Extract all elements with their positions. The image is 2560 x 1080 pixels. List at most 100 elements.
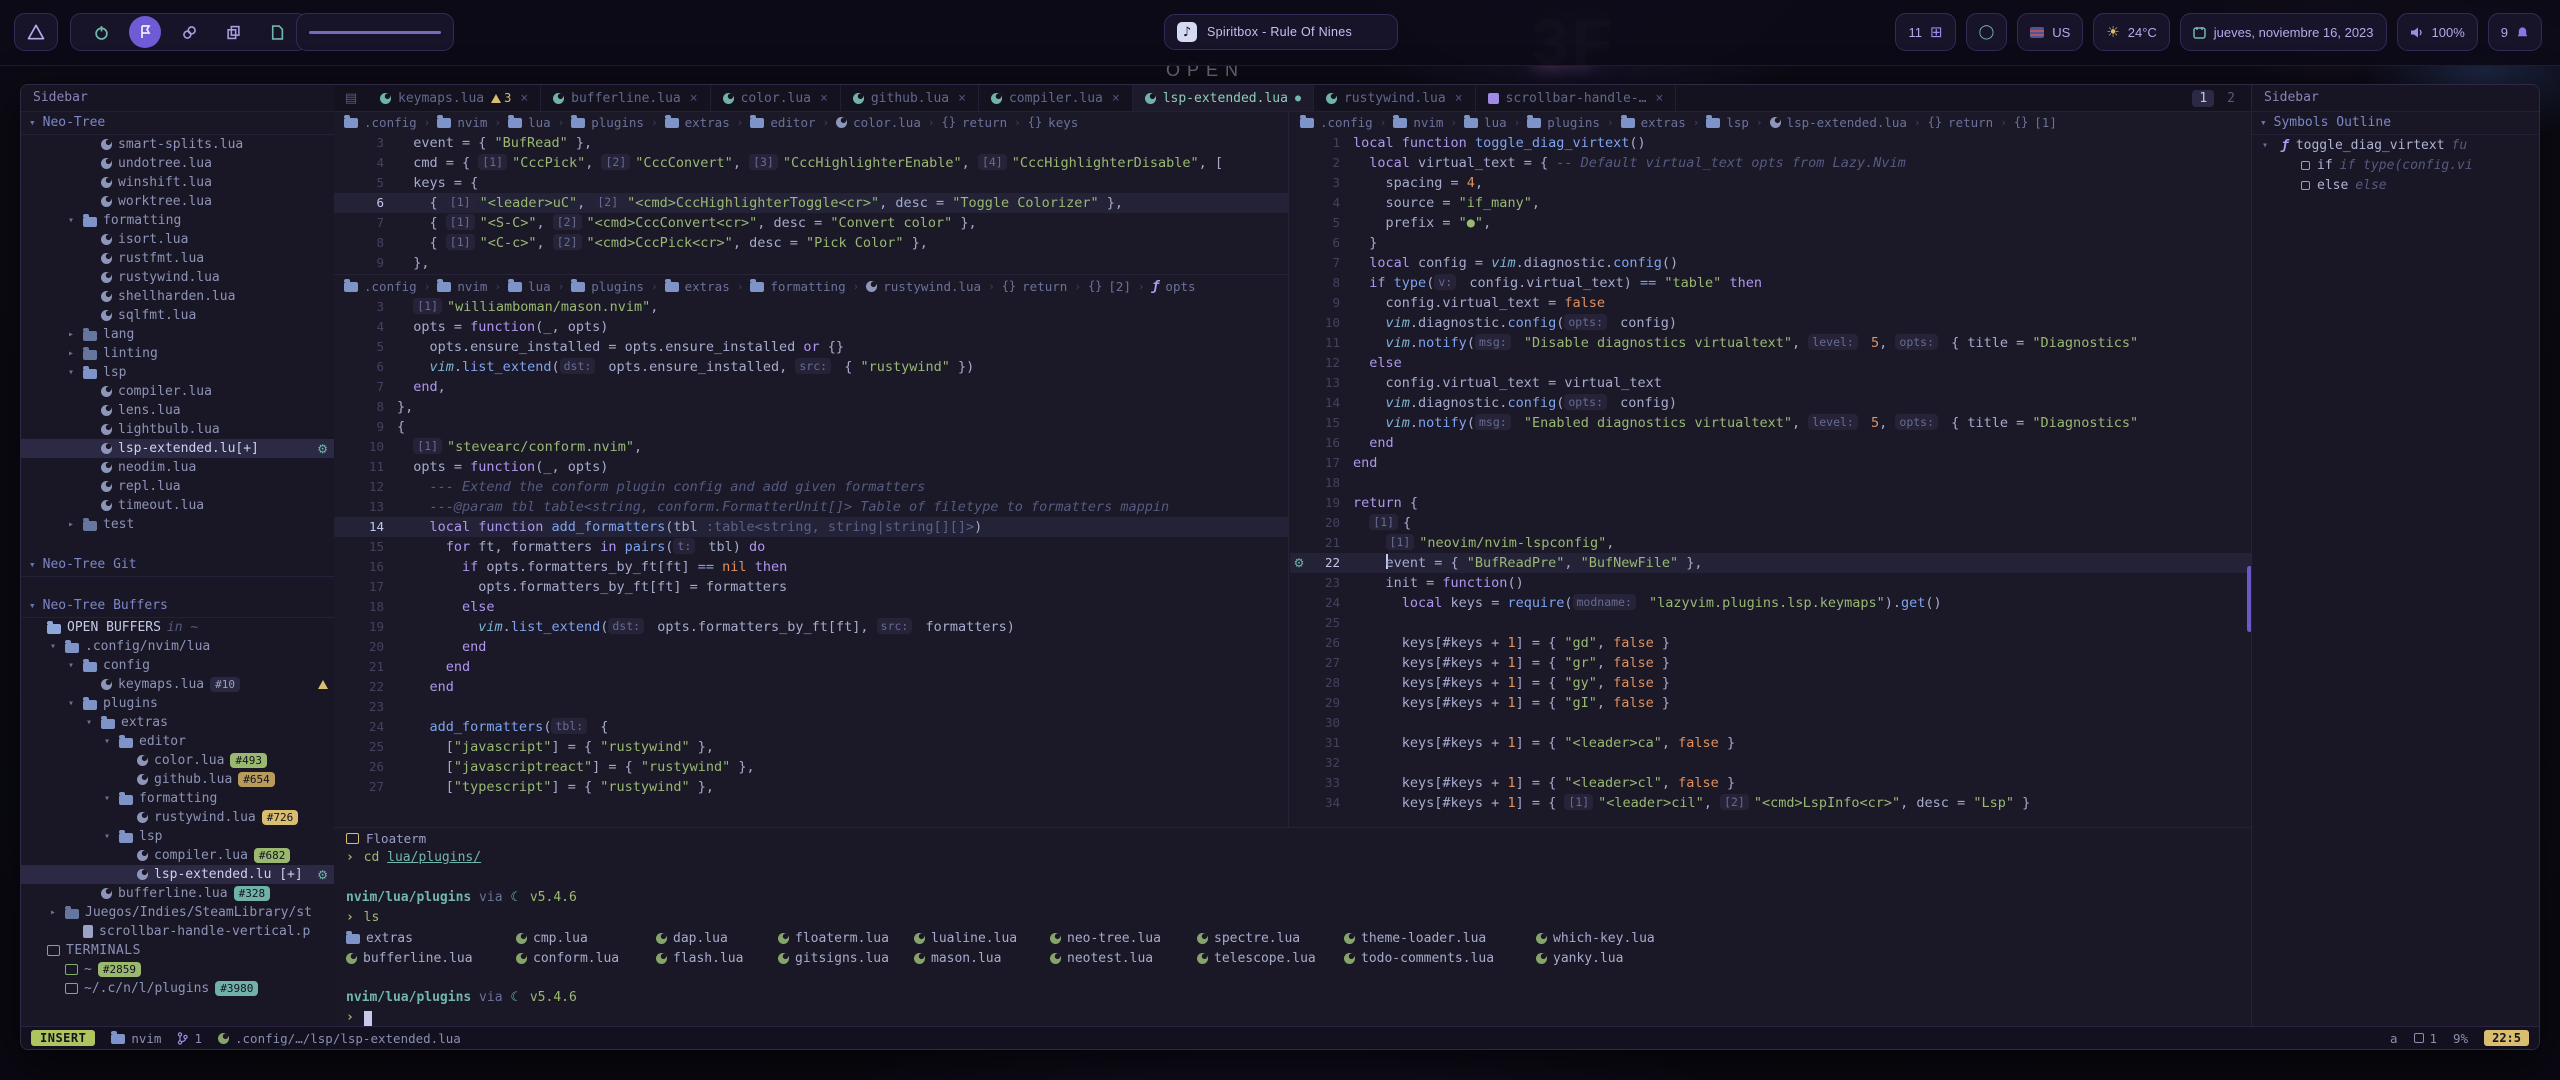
neotree-section-header[interactable]: ▾ Neo-Tree xyxy=(21,112,334,135)
media-player-widget[interactable]: ♪ Spiritbox - Rule Of Nines xyxy=(1164,14,1398,50)
date-widget[interactable]: jueves, noviembre 16, 2023 xyxy=(2180,13,2387,51)
listing-entry[interactable]: floaterm.lua xyxy=(778,928,914,948)
close-icon[interactable]: × xyxy=(1112,91,1120,106)
link-button[interactable] xyxy=(173,16,205,48)
code-area[interactable]: 3 [1]"williamboman/mason.nvim",4 opts = … xyxy=(334,297,1288,797)
buffer-item[interactable]: keymaps.lua#10 xyxy=(21,675,334,694)
listing-entry[interactable]: gitsigns.lua xyxy=(778,948,914,968)
buffer-item[interactable]: rustywind.lua#726 xyxy=(21,808,334,827)
buffer-item[interactable]: ▾extras xyxy=(21,713,334,732)
tab-page-1[interactable]: 1 xyxy=(2192,90,2214,107)
buffer-item[interactable]: TERMINALS xyxy=(21,941,334,960)
buffer-item[interactable]: lsp-extended.lu [+]⚙ xyxy=(21,865,334,884)
buffer-item[interactable]: github.lua#654 xyxy=(21,770,334,789)
toggle-button[interactable]: ◯ xyxy=(1966,13,2008,51)
listing-entry[interactable]: extras xyxy=(346,928,516,948)
listing-entry[interactable]: spectre.lua xyxy=(1197,928,1344,948)
power-button[interactable] xyxy=(85,16,117,48)
buffer-item[interactable]: OPEN BUFFERSin ~ xyxy=(21,618,334,637)
buffer-item[interactable]: color.lua#493 xyxy=(21,751,334,770)
tree-item[interactable]: ▸lang xyxy=(21,325,334,344)
outline-item[interactable]: ▾ƒtoggle_diag_virtextfu xyxy=(2252,135,2539,155)
buffer-item[interactable]: ▾plugins xyxy=(21,694,334,713)
code-area[interactable]: 1local function toggle_diag_virtext()2 l… xyxy=(1290,133,2254,813)
tree-item[interactable]: worktree.lua xyxy=(21,192,334,211)
tree-item[interactable]: compiler.lua xyxy=(21,382,334,401)
close-icon[interactable]: × xyxy=(520,91,528,106)
listing-entry[interactable]: cmp.lua xyxy=(516,928,656,948)
pane-lsp-extended-lua[interactable]: .config›nvim›lua›plugins›extras›lsp›lsp-… xyxy=(1290,111,2254,827)
listing-entry[interactable]: mason.lua xyxy=(914,948,1050,968)
updates-widget[interactable]: 11 ⊞ xyxy=(1895,13,1955,51)
buffer-item[interactable]: ▾editor xyxy=(21,732,334,751)
terminal-output[interactable]: › cd lua/plugins/ nvim/lua/plugins via ☾… xyxy=(334,848,2254,1027)
tree-item[interactable]: ▾lsp xyxy=(21,363,334,382)
buffer-item[interactable]: ~/.c/n/l/plugins#3980 xyxy=(21,979,334,998)
listing-entry[interactable]: flash.lua xyxy=(656,948,778,968)
close-icon[interactable]: × xyxy=(820,91,828,106)
file-button[interactable] xyxy=(261,16,293,48)
tree-item[interactable]: winshift.lua xyxy=(21,173,334,192)
tab-lsp-extended-lua[interactable]: lsp-extended.lua● xyxy=(1133,85,1314,111)
symbols-outline-header[interactable]: ▾ Symbols Outline xyxy=(2252,112,2539,135)
close-icon[interactable]: × xyxy=(1455,91,1463,106)
tab-compiler-lua[interactable]: compiler.lua× xyxy=(979,85,1133,111)
tree-item[interactable]: lens.lua xyxy=(21,401,334,420)
listing-entry[interactable]: dap.lua xyxy=(656,928,778,948)
buffer-item[interactable]: ▾formatting xyxy=(21,789,334,808)
tree-item[interactable]: smart-splits.lua xyxy=(21,135,334,154)
tab-bufferline-lua[interactable]: bufferline.lua× xyxy=(541,85,710,111)
tab-keymaps-lua[interactable]: keymaps.lua3× xyxy=(368,85,541,111)
buffer-item[interactable]: scrollbar-handle-vertical.p xyxy=(21,922,334,941)
pane-rustywind-lua[interactable]: .config›nvim›lua›plugins›extras›formatti… xyxy=(334,275,1288,827)
tree-item[interactable]: rustywind.lua xyxy=(21,268,334,287)
tab-scrollbar-handle-[interactable]: scrollbar-handle-…× xyxy=(1476,85,1677,111)
listing-entry[interactable]: telescope.lua xyxy=(1197,948,1344,968)
tab-github-lua[interactable]: github.lua× xyxy=(841,85,979,111)
buffer-list-icon[interactable]: ▤ xyxy=(334,85,368,111)
buffer-item[interactable]: ~#2859 xyxy=(21,960,334,979)
tab-rustywind-lua[interactable]: rustywind.lua× xyxy=(1314,85,1476,111)
pane-color-lua[interactable]: .config›nvim›lua›plugins›extras›editor›c… xyxy=(334,111,1288,275)
launcher-button[interactable] xyxy=(14,13,58,51)
buffer-item[interactable]: ▾config xyxy=(21,656,334,675)
listing-entry[interactable]: which-key.lua xyxy=(1536,928,2254,948)
tree-item[interactable]: shellharden.lua xyxy=(21,287,334,306)
listing-entry[interactable]: conform.lua xyxy=(516,948,656,968)
tree-item[interactable]: lightbulb.lua xyxy=(21,420,334,439)
listing-entry[interactable]: lualine.lua xyxy=(914,928,1050,948)
buffer-item[interactable]: ▾.config/nvim/lua xyxy=(21,637,334,656)
buffer-item[interactable]: compiler.lua#682 xyxy=(21,846,334,865)
listing-entry[interactable]: bufferline.lua xyxy=(346,948,516,968)
buffer-item[interactable]: ▾lsp xyxy=(21,827,334,846)
outline-item[interactable]: elseelse xyxy=(2252,175,2539,195)
tree-item[interactable]: timeout.lua xyxy=(21,496,334,515)
tree-item[interactable]: ▸linting xyxy=(21,344,334,363)
neotree-git-section-header[interactable]: ▾ Neo-Tree Git xyxy=(21,554,334,577)
pin-button[interactable] xyxy=(129,16,161,48)
tree-item[interactable]: sqlfmt.lua xyxy=(21,306,334,325)
listing-entry[interactable]: neo-tree.lua xyxy=(1050,928,1197,948)
tree-item[interactable]: isort.lua xyxy=(21,230,334,249)
volume-widget[interactable]: 100% xyxy=(2397,13,2478,51)
close-icon[interactable]: × xyxy=(690,91,698,106)
tree-item[interactable]: undotree.lua xyxy=(21,154,334,173)
tab-page-2[interactable]: 2 xyxy=(2220,90,2242,107)
listing-entry[interactable]: theme-loader.lua xyxy=(1344,928,1536,948)
tab-color-lua[interactable]: color.lua× xyxy=(711,85,841,111)
launcher-input[interactable] xyxy=(296,13,454,51)
tree-item[interactable]: rustfmt.lua xyxy=(21,249,334,268)
notifications-widget[interactable]: 9 xyxy=(2488,13,2542,51)
listing-entry[interactable]: neotest.lua xyxy=(1050,948,1197,968)
copy-button[interactable] xyxy=(217,16,249,48)
tree-item[interactable]: ▾formatting xyxy=(21,211,334,230)
tree-item[interactable]: repl.lua xyxy=(21,477,334,496)
tree-item[interactable]: neodim.lua xyxy=(21,458,334,477)
neotree-buffers-section-header[interactable]: ▾ Neo-Tree Buffers xyxy=(21,595,334,618)
listing-entry[interactable]: todo-comments.lua xyxy=(1344,948,1536,968)
buffer-item[interactable]: bufferline.lua#328 xyxy=(21,884,334,903)
code-area[interactable]: 3 event = { "BufRead" },4 cmd = { [1]"Cc… xyxy=(334,133,1288,273)
listing-entry[interactable]: yanky.lua xyxy=(1536,948,2254,968)
outline-item[interactable]: ifif type(config.vi xyxy=(2252,155,2539,175)
close-icon[interactable]: × xyxy=(1655,91,1663,106)
